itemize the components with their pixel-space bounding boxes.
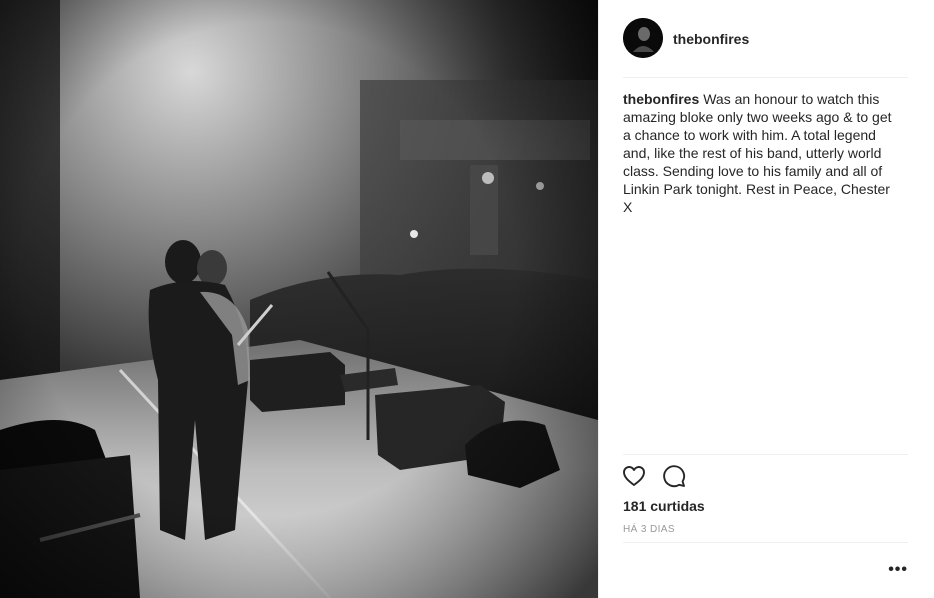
action-bar [621, 463, 687, 489]
more-options-icon[interactable]: ••• [888, 562, 908, 578]
avatar-image [623, 18, 663, 58]
footer-divider [623, 542, 908, 543]
post-header: thebonfires [623, 18, 908, 76]
avatar[interactable] [623, 18, 663, 58]
comment-icon [663, 465, 686, 488]
post-caption: thebonfires Was an honour to watch this a… [623, 90, 897, 216]
heart-icon [623, 466, 645, 486]
comments-divider [623, 454, 908, 455]
caption-username[interactable]: thebonfires [623, 91, 699, 107]
likes-count[interactable]: 181 curtidas [623, 498, 705, 514]
post-details-panel: thebonfires thebonfires Was an honour to … [598, 0, 934, 598]
comment-button[interactable] [661, 463, 687, 489]
like-button[interactable] [621, 463, 647, 489]
header-divider [623, 77, 908, 78]
comment-input-area[interactable] [623, 560, 873, 584]
username-link[interactable]: thebonfires [673, 31, 749, 47]
stage-image [0, 0, 598, 598]
caption-text: Was an honour to watch this amazing blok… [623, 91, 892, 215]
post-photo[interactable] [0, 0, 598, 598]
post-timestamp[interactable]: HÁ 3 DIAS [623, 524, 675, 535]
